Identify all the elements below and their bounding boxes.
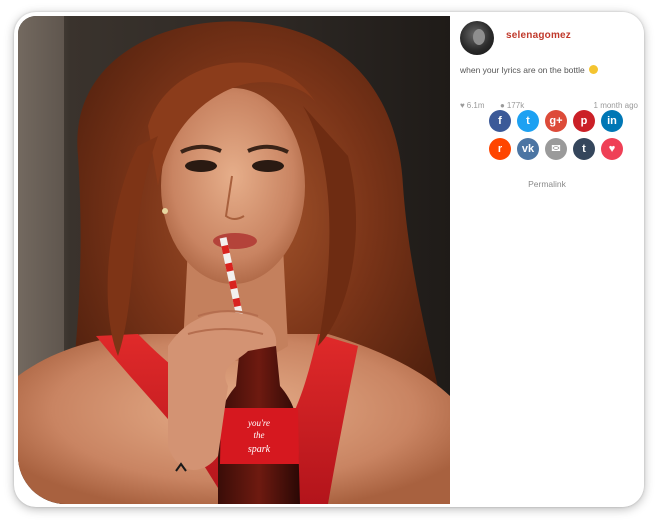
username-link[interactable]: selenagomez bbox=[506, 30, 571, 41]
facebook-icon: f bbox=[498, 114, 502, 127]
post-photo[interactable]: you're the spark bbox=[18, 16, 450, 504]
face-with-open-mouth-emoji-icon bbox=[589, 65, 599, 74]
linkedin-icon: in bbox=[607, 114, 617, 127]
permalink-link[interactable]: Permalink bbox=[450, 179, 644, 189]
comments-count: ● 177k bbox=[500, 101, 524, 110]
google-plus-share-button[interactable]: g+ bbox=[545, 110, 567, 132]
email-icon: ✉ bbox=[551, 142, 561, 155]
vk-share-button[interactable]: vk bbox=[517, 138, 539, 160]
reddit-icon: r bbox=[497, 142, 503, 155]
pinterest-icon: p bbox=[580, 114, 588, 127]
likes-value: 6.1m bbox=[466, 101, 485, 110]
speech-bubble-icon: ● bbox=[500, 101, 505, 110]
post-sidebar: selenagomez when your lyrics are on the … bbox=[450, 12, 644, 507]
twitter-share-button[interactable]: t bbox=[517, 110, 539, 132]
pinterest-share-button[interactable]: p bbox=[573, 110, 595, 132]
pocket-icon: ♥ bbox=[608, 142, 616, 155]
bottle-label-line-1: you're bbox=[247, 418, 270, 428]
heart-icon: ♥ bbox=[460, 101, 465, 110]
comments-value: 177k bbox=[506, 101, 525, 110]
post-photo-illustration: you're the spark bbox=[18, 16, 450, 504]
twitter-icon: t bbox=[526, 114, 530, 127]
linkedin-share-button[interactable]: in bbox=[601, 110, 623, 132]
instagram-embed-card: you're the spark selenagomez when your l… bbox=[14, 12, 644, 507]
user-avatar[interactable] bbox=[460, 21, 494, 55]
reddit-share-button[interactable]: r bbox=[489, 138, 511, 160]
facebook-share-button[interactable]: f bbox=[489, 110, 511, 132]
likes-count: ♥ 6.1m bbox=[460, 101, 485, 110]
bottle-label-line-2: the bbox=[254, 430, 265, 440]
bottle-label-line-3: spark bbox=[248, 444, 271, 455]
email-share-button[interactable]: ✉ bbox=[545, 138, 567, 160]
caption-text: when your lyrics are on the bottle bbox=[460, 65, 585, 75]
tumblr-share-button[interactable]: t bbox=[573, 138, 595, 160]
tumblr-icon: t bbox=[582, 142, 586, 155]
google-plus-icon: g+ bbox=[549, 114, 563, 127]
post-caption: when your lyrics are on the bottle bbox=[460, 65, 640, 75]
pocket-share-button[interactable]: ♥ bbox=[601, 138, 623, 160]
vk-icon: vk bbox=[521, 142, 535, 155]
post-time: 1 month ago bbox=[593, 101, 638, 110]
